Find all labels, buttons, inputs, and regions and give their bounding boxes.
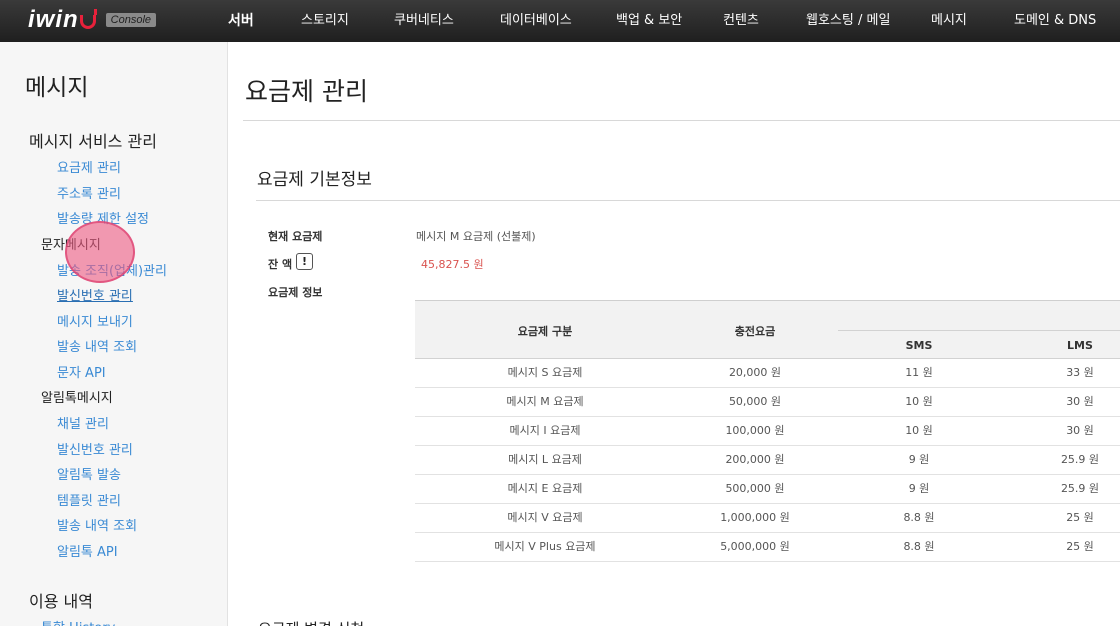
nav-message[interactable]: 메시지 bbox=[931, 0, 967, 42]
sidebar-item-alimtalk-sender[interactable]: 발신번호 관리 bbox=[57, 439, 133, 458]
table-header: 요금제 구분 충전요금 SMS LMS bbox=[415, 301, 1120, 359]
logo-smile-icon bbox=[79, 9, 97, 29]
cell-charge: 500,000 원 bbox=[725, 482, 785, 495]
table-row: 메시지 V Plus 요금제 5,000,000 원 8.8 원 25 원 bbox=[415, 533, 1120, 562]
cell-lms: 30 원 bbox=[1066, 395, 1094, 408]
cell-lms: 25.9 원 bbox=[1060, 482, 1100, 495]
section-title: 요금제 기본정보 bbox=[257, 170, 372, 190]
cell-sms: 10 원 bbox=[905, 395, 933, 408]
cell-lms: 25 원 bbox=[1066, 511, 1094, 524]
iwin-logo[interactable]: iwin Console bbox=[28, 6, 157, 34]
balance-label: 잔 액 bbox=[268, 258, 293, 271]
sidebar-title: 메시지 bbox=[25, 75, 89, 101]
sidebar-item-addressbook[interactable]: 주소록 관리 bbox=[57, 183, 121, 202]
table-row: 메시지 V 요금제 1,000,000 원 8.8 원 25 원 bbox=[415, 504, 1120, 533]
nav-backup-security[interactable]: 백업 & 보안 bbox=[616, 0, 682, 42]
plan-rate-table: 요금제 구분 충전요금 SMS LMS 메시지 S 요금제 20,000 원 1… bbox=[415, 300, 1120, 562]
cell-sms: 8.8 원 bbox=[903, 511, 935, 524]
cell-sms: 10 원 bbox=[905, 424, 933, 437]
sidebar-item-history[interactable]: 통합 History bbox=[41, 617, 115, 626]
balance-info-icon[interactable]: ! bbox=[296, 253, 313, 270]
nav-domain-dns[interactable]: 도메인 & DNS bbox=[1014, 0, 1096, 42]
nav-kubernetes[interactable]: 쿠버네티스 bbox=[394, 0, 454, 42]
cell-sms: 11 원 bbox=[905, 366, 933, 379]
sidebar-item-send-limit[interactable]: 발송량 제한 설정 bbox=[57, 208, 149, 227]
sidebar-group-sms: 문자메시지 bbox=[41, 238, 101, 253]
header-plan: 요금제 구분 bbox=[517, 325, 573, 338]
cell-plan: 메시지 E 요금제 bbox=[507, 482, 583, 495]
table-row: 메시지 M 요금제 50,000 원 10 원 30 원 bbox=[415, 388, 1120, 417]
section-divider bbox=[256, 200, 1120, 201]
console-badge: Console bbox=[105, 13, 157, 27]
cell-sms: 8.8 원 bbox=[903, 540, 935, 553]
sidebar-group-alimtalk: 알림톡메시지 bbox=[41, 391, 113, 406]
table-row: 메시지 L 요금제 200,000 원 9 원 25.9 원 bbox=[415, 446, 1120, 475]
header-subdivider bbox=[838, 330, 1120, 331]
cell-charge: 20,000 원 bbox=[728, 366, 782, 379]
cell-plan: 메시지 M 요금제 bbox=[506, 395, 584, 408]
sidebar-item-plan-management[interactable]: 요금제 관리 bbox=[57, 157, 121, 176]
sidebar-item-org-management[interactable]: 발송 조직(업체)관리 bbox=[57, 260, 167, 279]
logo-text: iwin bbox=[28, 6, 79, 33]
nav-storage[interactable]: 스토리지 bbox=[301, 0, 349, 42]
page-title: 요금제 관리 bbox=[245, 77, 368, 106]
cell-lms: 25 원 bbox=[1066, 540, 1094, 553]
sidebar-item-template[interactable]: 템플릿 관리 bbox=[57, 490, 121, 509]
sidebar-item-send-message[interactable]: 메시지 보내기 bbox=[57, 311, 133, 330]
plan-info-label: 요금제 정보 bbox=[268, 286, 323, 299]
header-lms: LMS bbox=[1067, 339, 1093, 352]
sidebar: 메시지 메시지 서비스 관리 요금제 관리 주소록 관리 발송량 제한 설정 문… bbox=[0, 42, 228, 626]
sidebar-item-alimtalk-send[interactable]: 알림톡 발송 bbox=[57, 464, 121, 483]
cell-lms: 30 원 bbox=[1066, 424, 1094, 437]
nav-database[interactable]: 데이터베이스 bbox=[500, 0, 572, 42]
cell-plan: 메시지 I 요금제 bbox=[509, 424, 581, 437]
sidebar-group-service: 메시지 서비스 관리 bbox=[29, 132, 157, 151]
cell-charge: 100,000 원 bbox=[725, 424, 785, 437]
cell-plan: 메시지 V Plus 요금제 bbox=[494, 540, 596, 553]
next-section-title: 요금제 변경 신청 bbox=[258, 618, 364, 626]
top-nav-bar: iwin Console 서버 스토리지 쿠버네티스 데이터베이스 백업 & 보… bbox=[0, 0, 1120, 42]
cell-sms: 9 원 bbox=[908, 482, 930, 495]
cell-plan: 메시지 S 요금제 bbox=[507, 366, 583, 379]
sidebar-item-sender-number[interactable]: 발신번호 관리 bbox=[57, 285, 133, 304]
sidebar-item-sms-api[interactable]: 문자 API bbox=[57, 362, 106, 381]
nav-webhosting-mail[interactable]: 웹호스팅 / 메일 bbox=[806, 0, 890, 42]
cell-sms: 9 원 bbox=[908, 453, 930, 466]
table-row: 메시지 S 요금제 20,000 원 11 원 33 원 bbox=[415, 359, 1120, 388]
title-divider bbox=[243, 120, 1120, 121]
cell-charge: 1,000,000 원 bbox=[720, 511, 790, 524]
sidebar-item-alimtalk-api[interactable]: 알림톡 API bbox=[57, 541, 118, 560]
balance-value: 45,827.5 원 bbox=[421, 258, 484, 271]
cell-lms: 33 원 bbox=[1066, 366, 1094, 379]
cell-charge: 200,000 원 bbox=[725, 453, 785, 466]
sidebar-item-channel[interactable]: 채널 관리 bbox=[57, 413, 109, 432]
current-plan-label: 현재 요금제 bbox=[268, 230, 323, 243]
cell-plan: 메시지 L 요금제 bbox=[508, 453, 582, 466]
table-row: 메시지 I 요금제 100,000 원 10 원 30 원 bbox=[415, 417, 1120, 446]
cell-lms: 25.9 원 bbox=[1060, 453, 1100, 466]
current-plan-value: 메시지 M 요금제 (선불제) bbox=[416, 230, 536, 243]
header-charge: 충전요금 bbox=[734, 325, 776, 338]
cell-charge: 5,000,000 원 bbox=[720, 540, 790, 553]
cell-plan: 메시지 V 요금제 bbox=[507, 511, 583, 524]
table-row: 메시지 E 요금제 500,000 원 9 원 25.9 원 bbox=[415, 475, 1120, 504]
sidebar-group-usage: 이용 내역 bbox=[29, 592, 93, 611]
header-sms: SMS bbox=[905, 339, 933, 352]
nav-contents[interactable]: 컨텐츠 bbox=[723, 0, 759, 42]
sidebar-item-alimtalk-history[interactable]: 발송 내역 조회 bbox=[57, 515, 137, 534]
nav-server[interactable]: 서버 bbox=[228, 0, 254, 42]
sidebar-item-sms-history[interactable]: 발송 내역 조회 bbox=[57, 336, 137, 355]
cell-charge: 50,000 원 bbox=[728, 395, 782, 408]
